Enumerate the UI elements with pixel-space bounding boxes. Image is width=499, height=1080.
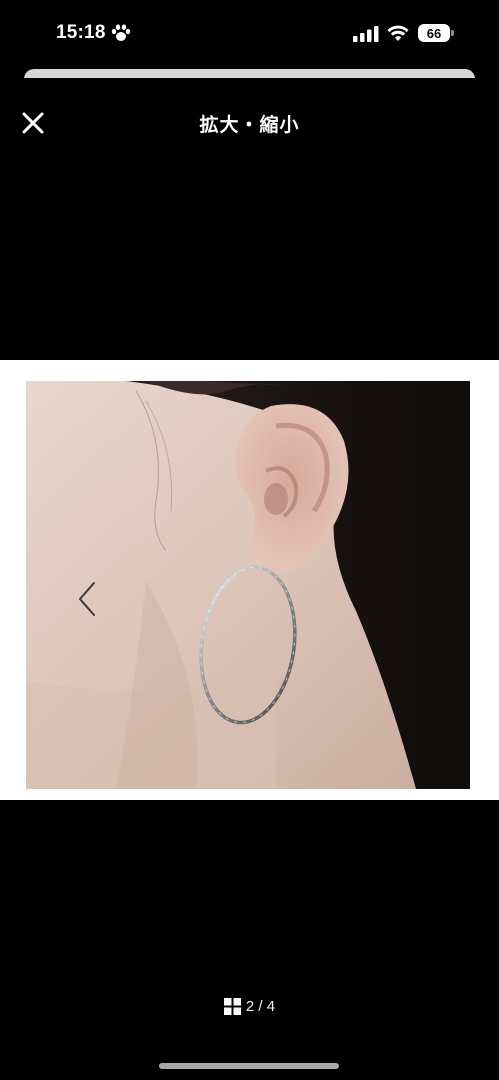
page-indicator: 2 / 4	[245, 998, 276, 1015]
image-pager: 2 / 4	[0, 998, 499, 1015]
signal-icon	[353, 26, 379, 42]
image-viewer[interactable]	[0, 360, 499, 800]
page-title: 拡大・縮小	[199, 114, 300, 136]
product-photo[interactable]	[26, 381, 470, 789]
grid-icon[interactable]	[223, 998, 241, 1015]
paw-icon	[111, 24, 131, 41]
status-time: 15:18	[56, 22, 106, 43]
battery-icon: 66	[418, 24, 454, 42]
chevron-left-icon[interactable]	[74, 577, 104, 621]
status-bar: 15:18 66	[0, 0, 499, 64]
home-indicator[interactable]	[159, 1063, 339, 1069]
wifi-icon	[387, 25, 409, 41]
battery-level: 66	[426, 25, 442, 41]
